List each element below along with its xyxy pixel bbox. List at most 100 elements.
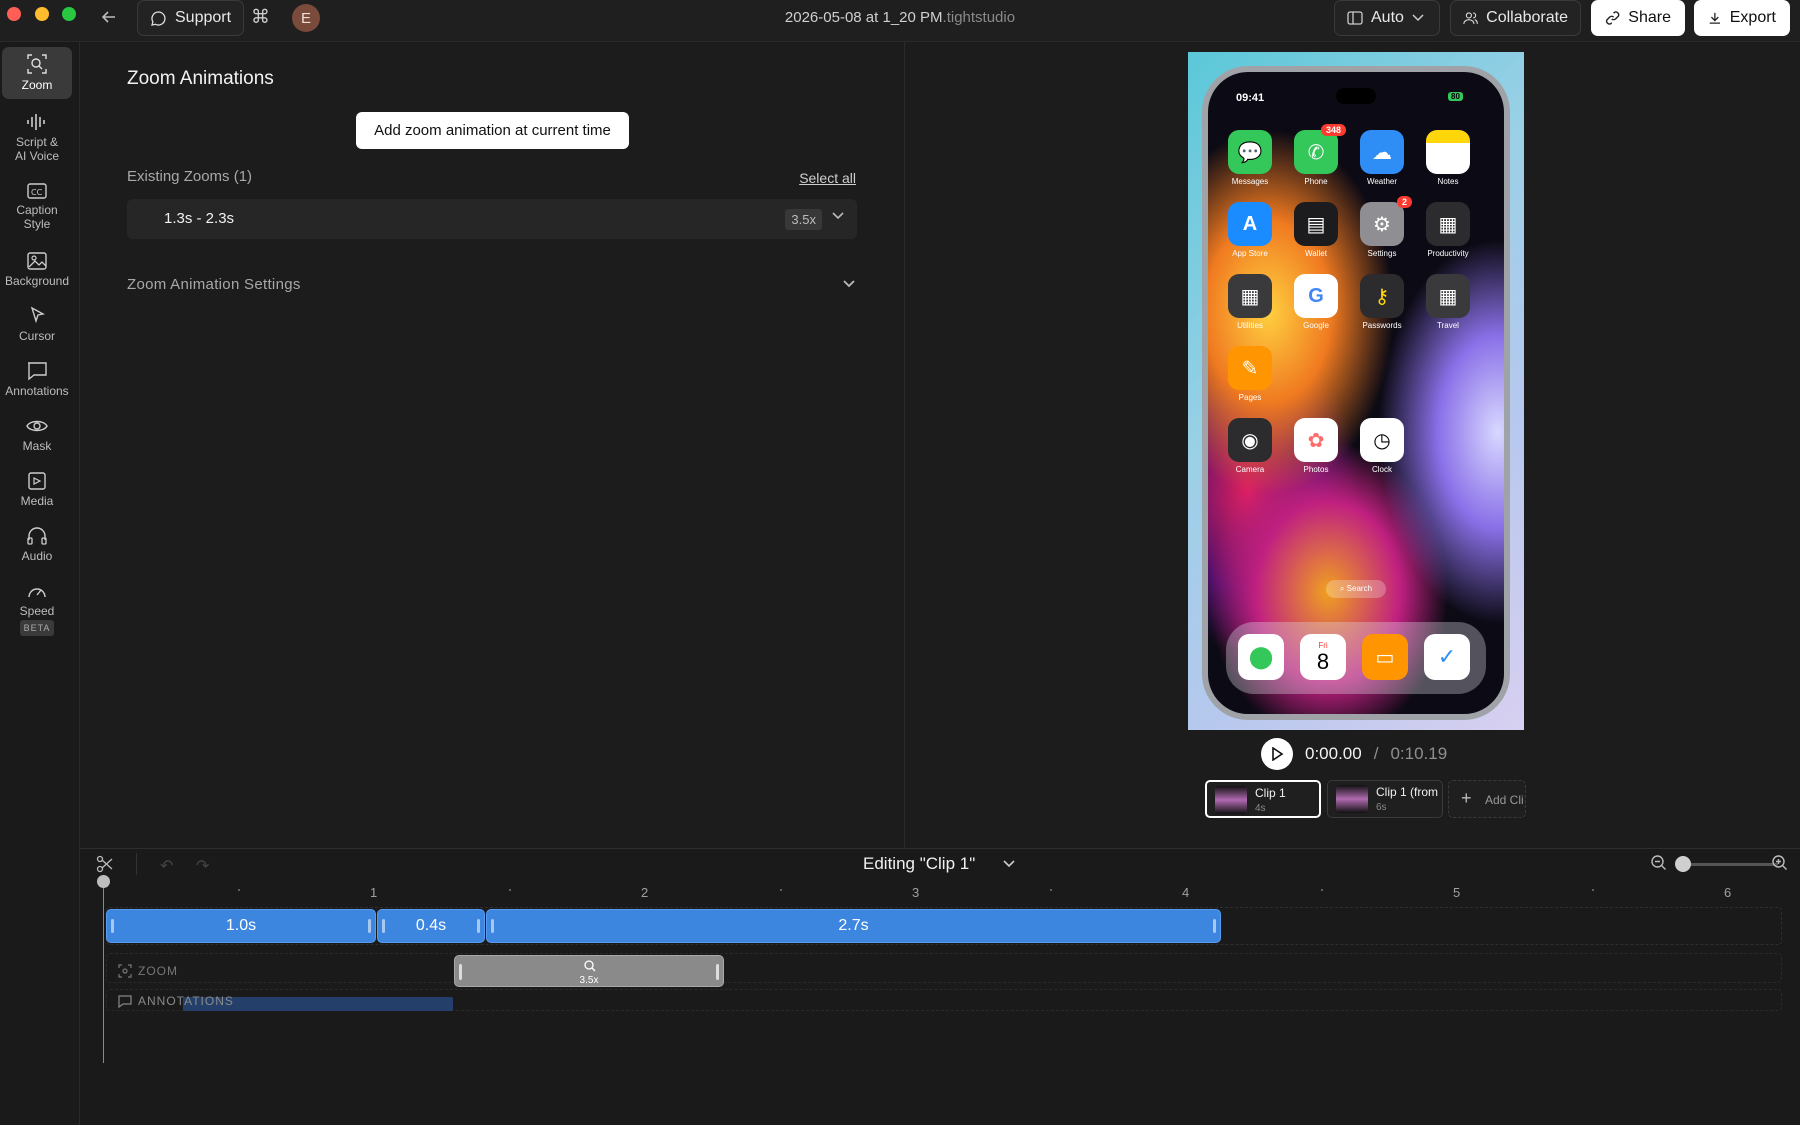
app-camera: ◉ Camera [1222,418,1278,474]
support-label: Support [175,9,232,26]
chat-icon [151,10,166,26]
playhead-handle[interactable] [97,875,110,888]
sidebar-item-background[interactable]: Background [2,251,72,288]
export-label: Export [1729,9,1776,26]
segment-handle[interactable] [368,919,371,933]
zoom-settings-header[interactable]: Zoom Animation Settings [127,276,301,293]
playhead[interactable] [103,879,104,1063]
phone-screen: 09:41 80 💬 Messages ✆ 348 Phone ☁ Weather No… [1208,72,1504,714]
play-icon [1272,747,1284,761]
media-icon [28,472,46,490]
current-time: 0:00.00 [1305,744,1362,763]
home-search-pill: ⌕ Search [1326,580,1386,598]
calendar-icon: Fri 8 [1300,634,1346,680]
chevron-down-icon [1412,14,1424,22]
segment-handle[interactable] [491,919,494,933]
svg-text:CC: CC [31,188,43,197]
undo-icon[interactable]: ↶ [160,856,173,876]
sidebar-item-audio[interactable]: Audio [2,526,72,563]
sidebar-item-annotations[interactable]: Annotations [2,361,72,398]
segment-handle[interactable] [111,919,114,933]
ruler-tick: 5 [1453,885,1461,900]
zoom-range: 1.3s - 2.3s [164,210,235,227]
books-icon: ▭ [1362,634,1408,680]
app-photos: ✿ Photos [1288,418,1344,474]
avatar[interactable]: E [292,4,320,32]
zoom-in-icon[interactable] [1771,854,1789,877]
chevron-down-icon[interactable] [831,211,845,221]
add-zoom-button[interactable]: Add zoom animation at current time [356,112,629,149]
support-button[interactable]: Support [137,0,245,36]
clip-segment[interactable]: 0.4s [377,909,485,943]
add-clip-button[interactable]: + Add Cli [1448,780,1526,818]
timeline: ↶ ↷ Editing "Clip 1" 1 2 3 4 5 6 1.0s 0.… [80,848,1800,1125]
clip-segment[interactable]: 2.7s [486,909,1221,943]
app-settings: ⚙ 2 Settings [1354,196,1412,258]
dynamic-island [1336,88,1376,104]
clip-duration: 6s [1376,802,1387,813]
sidebar-item-script-ai-voice[interactable]: Script & AI Voice [2,112,72,163]
editing-clip-dropdown[interactable]: Editing "Clip 1" [863,854,1016,874]
clip-duration: 4s [1255,803,1266,814]
segment-handle[interactable] [382,919,385,933]
clip-name: Clip 1 (from [1376,785,1438,799]
zoom-out-icon[interactable] [1650,854,1668,877]
close-window-button[interactable] [7,7,21,21]
ruler-tick: 2 [641,885,649,900]
clip-name: Clip 1 [1255,786,1286,800]
maximize-window-button[interactable] [62,7,76,21]
ruler-minor-tick [509,889,511,891]
total-time: 0:10.19 [1390,744,1448,763]
select-all-link[interactable]: Select all [799,170,856,186]
panel-title: Zoom Animations [127,68,274,89]
zoom-icon [118,964,132,978]
minimize-window-button[interactable] [35,7,49,21]
sidebar-item-mask[interactable]: Mask [2,416,72,453]
app-notes: Notes [1420,130,1476,186]
sidebar-item-speed[interactable]: Speed BETA [2,581,72,636]
beta-badge: BETA [19,620,55,636]
toolbar-divider [136,853,137,875]
app-messages: 💬 Messages [1222,130,1278,186]
collaborate-label: Collaborate [1486,9,1568,26]
zoom-block[interactable]: 3.5x [454,955,724,987]
segment-handle[interactable] [477,919,480,933]
waveform-icon [27,114,45,130]
clip-segment[interactable]: 1.0s [106,909,376,943]
title-bar: Support ⌘ E 2026-05-08 at 1_20 PM.tights… [0,0,1800,42]
layout-dropdown[interactable]: Auto [1334,0,1440,36]
redo-icon[interactable]: ↷ [196,856,209,876]
clip-card[interactable]: Clip 1 4s [1205,780,1321,818]
chevron-down-icon[interactable] [842,279,856,289]
layout-label: Auto [1371,9,1404,26]
export-button[interactable]: Export [1694,0,1790,36]
segment-handle[interactable] [1213,919,1216,933]
clip-card[interactable]: Clip 1 (from 6s [1327,780,1443,818]
share-button[interactable]: Share [1591,0,1685,36]
app-clock: ◷ Clock [1354,418,1410,474]
eye-icon [26,420,48,432]
annotations-track-label: ANNOTATIONS [118,994,234,1008]
play-button[interactable] [1261,738,1293,770]
collaborate-button[interactable]: Collaborate [1450,0,1581,36]
zoom-icon [27,54,47,74]
ruler-tick: 3 [912,885,920,900]
app-pages: ✎ Pages [1222,346,1278,402]
app-weather: ☁ Weather [1354,130,1410,186]
app-app-store: A App Store [1222,202,1278,258]
timeline-zoom-slider[interactable] [1682,863,1778,866]
sidebar-item-zoom[interactable]: Zoom [2,47,72,99]
app-phone: ✆ 348 Phone [1288,124,1346,186]
reminders-icon: ✓ [1424,634,1470,680]
headphones-icon [27,527,47,545]
back-arrow-icon[interactable] [100,8,118,31]
sidebar-item-cursor[interactable]: Cursor [2,306,72,343]
timeline-zoom-handle[interactable] [1675,856,1691,872]
zoom-list-item[interactable]: 1.3s - 2.3s 3.5x [127,199,857,239]
video-preview[interactable]: 09:41 80 💬 Messages ✆ 348 Phone ☁ Weather No… [1188,52,1524,730]
document-title: 2026-05-08 at 1_20 PM.tightstudio [784,9,1016,26]
sidebar-item-media[interactable]: Media [2,471,72,508]
command-icon[interactable]: ⌘ [251,6,270,29]
zoom-block-handle[interactable] [716,964,719,980]
sidebar-item-caption-style[interactable]: CC Caption Style [2,182,72,231]
